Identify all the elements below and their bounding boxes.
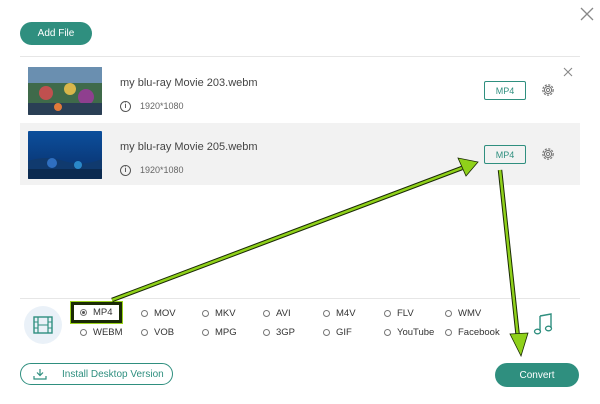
radio-icon[interactable] xyxy=(202,309,209,317)
radio-icon[interactable] xyxy=(80,308,87,316)
info-icon[interactable]: i xyxy=(120,101,131,112)
format-option-wmv[interactable]: WMV xyxy=(445,306,481,320)
format-option-avi[interactable]: AVI xyxy=(263,306,291,320)
format-label: WMV xyxy=(458,307,482,319)
format-option-flv[interactable]: FLV xyxy=(384,306,414,320)
file-resolution: 1920*1080 xyxy=(140,165,184,175)
format-label: 3GP xyxy=(276,326,296,338)
divider xyxy=(20,298,580,299)
radio-icon[interactable] xyxy=(263,328,270,336)
format-option-m4v[interactable]: M4V xyxy=(323,306,356,320)
radio-icon[interactable] xyxy=(141,328,148,336)
install-desktop-button[interactable]: Install Desktop Version xyxy=(20,363,173,385)
download-icon xyxy=(33,369,47,380)
radio-icon[interactable] xyxy=(384,328,391,336)
format-label: M4V xyxy=(336,307,356,319)
format-label: MPG xyxy=(215,326,237,338)
close-icon[interactable] xyxy=(578,5,596,23)
format-option-mp4[interactable]: MP4 xyxy=(80,305,113,319)
format-label: YouTube xyxy=(397,326,435,338)
radio-icon[interactable] xyxy=(80,328,87,336)
format-option-vob[interactable]: VOB xyxy=(141,325,174,339)
video-thumbnail xyxy=(28,67,102,115)
gear-icon[interactable] xyxy=(540,146,556,162)
radio-icon[interactable] xyxy=(323,328,330,336)
radio-icon[interactable] xyxy=(202,328,209,336)
format-option-mkv[interactable]: MKV xyxy=(202,306,236,320)
format-option-webm[interactable]: WEBM xyxy=(80,325,123,339)
file-name: my blu-ray Movie 203.webm xyxy=(120,77,258,89)
format-label: MP4 xyxy=(93,306,113,318)
format-label: WEBM xyxy=(93,326,123,338)
video-thumbnail xyxy=(28,131,102,179)
file-name: my blu-ray Movie 205.webm xyxy=(120,141,258,153)
radio-icon[interactable] xyxy=(263,309,270,317)
output-format-button[interactable]: MP4 xyxy=(484,81,526,100)
add-file-button[interactable]: Add File xyxy=(20,22,92,45)
gear-icon[interactable] xyxy=(540,82,556,98)
format-label: GIF xyxy=(336,326,352,338)
format-label: MOV xyxy=(154,307,176,319)
format-option-mov[interactable]: MOV xyxy=(141,306,176,320)
format-label: FLV xyxy=(397,307,414,319)
format-option-3gp[interactable]: 3GP xyxy=(263,325,295,339)
format-option-facebook[interactable]: Facebook xyxy=(445,325,500,339)
radio-icon[interactable] xyxy=(445,309,452,317)
format-option-youtube[interactable]: YouTube xyxy=(384,325,434,339)
music-note-icon[interactable] xyxy=(532,312,554,336)
convert-button[interactable]: Convert xyxy=(495,363,579,387)
remove-file-icon[interactable] xyxy=(563,64,573,77)
format-option-mpg[interactable]: MPG xyxy=(202,325,237,339)
install-label: Install Desktop Version xyxy=(62,368,164,380)
info-icon[interactable]: i xyxy=(120,165,131,176)
format-label: MKV xyxy=(215,307,236,319)
file-resolution: 1920*1080 xyxy=(140,101,184,111)
format-option-gif[interactable]: GIF xyxy=(323,325,352,339)
file-row[interactable]: my blu-ray Movie 203.webm i 1920*1080 MP… xyxy=(20,59,580,121)
format-label: AVI xyxy=(276,307,291,319)
video-format-icon[interactable] xyxy=(24,306,62,344)
format-label: Facebook xyxy=(458,326,500,338)
radio-icon[interactable] xyxy=(323,309,330,317)
file-list: my blu-ray Movie 203.webm i 1920*1080 MP… xyxy=(20,56,580,301)
radio-icon[interactable] xyxy=(384,309,391,317)
format-label: VOB xyxy=(154,326,175,338)
radio-icon[interactable] xyxy=(445,328,452,336)
file-row[interactable]: my blu-ray Movie 205.webm i 1920*1080 MP… xyxy=(20,123,580,185)
radio-icon[interactable] xyxy=(141,309,148,317)
output-format-button[interactable]: MP4 xyxy=(484,145,526,164)
